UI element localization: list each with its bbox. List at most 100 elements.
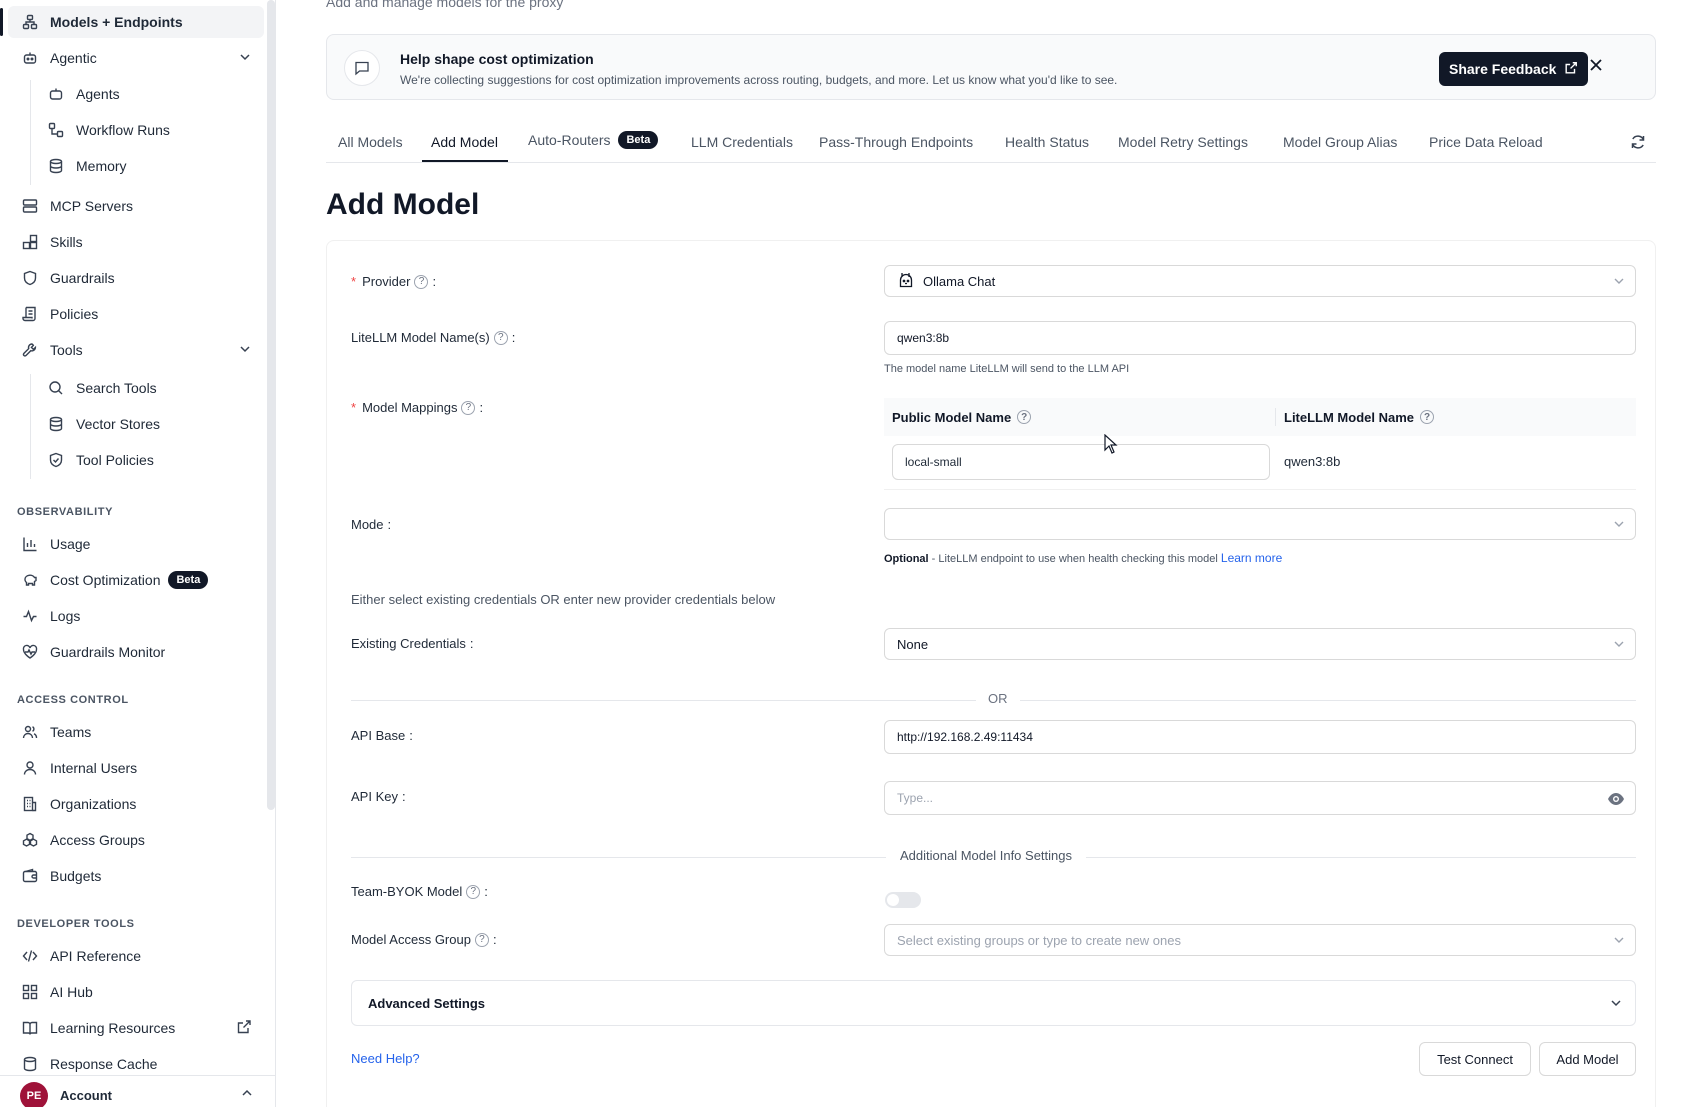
help-icon[interactable]: ? [1420,410,1435,424]
help-icon[interactable]: ? [466,884,481,899]
chevron-down-icon [1613,638,1625,653]
external-link-icon [1564,61,1578,78]
banner-title: Help shape cost optimization [400,51,594,67]
tab-health-status[interactable]: Health Status [1005,134,1089,150]
network-icon [20,12,40,32]
help-icon[interactable]: ? [1017,410,1032,424]
sidebar-scrollbar[interactable] [267,0,275,810]
sidebar-item-access-groups[interactable]: Access Groups [8,824,264,856]
chevron-down-icon [1613,934,1625,949]
share-feedback-button[interactable]: Share Feedback [1439,52,1589,86]
chevron-down-icon [1613,275,1625,290]
grid-icon [20,982,40,1002]
piggy-bank-icon [20,570,40,590]
refresh-icon[interactable] [1630,134,1646,153]
sidebar-item-label: Skills [50,234,83,250]
sidebar-item-label: Internal Users [50,760,138,776]
boxes-icon [20,830,40,850]
sidebar-item-label: Agentic [50,50,97,66]
help-icon[interactable]: ? [493,330,508,345]
sidebar-item-guardrails-monitor[interactable]: Guardrails Monitor [8,636,264,668]
account-menu[interactable]: PE Account [0,1075,275,1107]
mode-select[interactable] [884,508,1636,540]
add-model-button[interactable]: Add Model [1539,1042,1636,1076]
page-title: Add Model [326,188,480,221]
feedback-banner: Help shape cost optimization We're colle… [326,34,1656,100]
tab-model-retry-settings[interactable]: Model Retry Settings [1118,134,1248,150]
sidebar-item-guardrails[interactable]: Guardrails [8,262,264,294]
sidebar-item-label: Tool Policies [76,452,154,468]
sidebar-item-mcp-servers[interactable]: MCP Servers [8,190,264,222]
tab-pass-through-endpoints[interactable]: Pass-Through Endpoints [819,134,973,150]
robot-icon [20,48,40,68]
sidebar-item-skills[interactable]: Skills [8,226,264,258]
share-feedback-label: Share Feedback [1449,61,1557,77]
beta-badge: Beta [168,571,209,589]
server-icon [20,196,40,216]
tab-label: Auto-Routers [528,132,611,148]
sidebar-item-label: Search Tools [76,380,157,396]
sidebar-item-budgets[interactable]: Budgets [8,860,264,892]
provider-select[interactable]: Ollama Chat [884,265,1636,297]
need-help-link[interactable]: Need Help? [351,1051,420,1066]
sidebar-item-tools[interactable]: Tools [8,334,264,366]
tab-add-model[interactable]: Add Model [431,134,498,150]
sidebar-item-tool-policies[interactable]: Tool Policies [34,444,264,476]
sidebar-item-organizations[interactable]: Organizations [8,788,264,820]
tab-model-group-alias[interactable]: Model Group Alias [1283,134,1397,150]
sidebar-item-models-endpoints[interactable]: Models + Endpoints [0,6,264,38]
llama-icon [897,271,915,292]
sidebar-item-label: Guardrails [50,270,115,286]
public-model-name-input[interactable]: local-small [892,444,1270,480]
tree-line [30,80,31,185]
model-mappings-label: * Model Mappings?: [351,400,484,415]
tab-all-models[interactable]: All Models [338,134,403,150]
team-byok-toggle[interactable] [885,892,921,908]
advanced-settings-collapse[interactable]: Advanced Settings [351,980,1636,1026]
model-name-input[interactable]: qwen3:8b [884,321,1636,355]
sidebar-item-internal-users[interactable]: Internal Users [8,752,264,784]
section-observability: OBSERVABILITY [17,506,114,518]
sidebar-item-label: AI Hub [50,984,93,1000]
test-connect-button[interactable]: Test Connect [1419,1042,1531,1076]
sidebar-item-usage[interactable]: Usage [8,528,264,560]
sidebar-item-label: Tools [50,342,83,358]
sidebar-item-memory[interactable]: Memory [34,150,264,182]
advanced-settings-label: Advanced Settings [368,995,486,1011]
sidebar-item-search-tools[interactable]: Search Tools [34,372,264,404]
sidebar-item-agentic[interactable]: Agentic [8,42,264,74]
sidebar-item-teams[interactable]: Teams [8,716,264,748]
eye-icon[interactable] [1607,790,1625,811]
scroll-icon [20,304,40,324]
section-access-control: ACCESS CONTROL [17,694,129,706]
credentials-note: Either select existing credentials OR en… [351,592,776,607]
mode-help: Optional - LiteLLM endpoint to use when … [884,551,1283,565]
api-base-input[interactable]: http://192.168.2.49:11434 [884,720,1636,754]
learn-more-link[interactable]: Learn more [1221,551,1282,565]
existing-credentials-select[interactable]: None [884,628,1636,660]
chevron-up-icon [240,1086,254,1103]
sidebar-item-workflow-runs[interactable]: Workflow Runs [34,114,264,146]
tab-auto-routers[interactable]: Auto-Routers Beta [528,131,659,149]
sidebar-item-agents[interactable]: Agents [34,78,264,110]
close-icon[interactable] [1589,56,1603,77]
column-public-model-name: Public Model Name? [892,410,1032,425]
sidebar-item-learning-resources[interactable]: Learning Resources [8,1012,264,1044]
help-icon[interactable]: ? [461,400,476,415]
message-icon [344,50,380,86]
sidebar-item-policies[interactable]: Policies [8,298,264,330]
sidebar-item-ai-hub[interactable]: AI Hub [8,976,264,1008]
access-group-select[interactable]: Select existing groups or type to create… [884,924,1636,956]
sidebar-item-vector-stores[interactable]: Vector Stores [34,408,264,440]
sidebar-item-api-reference[interactable]: API Reference [8,940,264,972]
help-icon[interactable]: ? [414,274,429,289]
or-label: OR [976,691,1020,706]
model-name-help: The model name LiteLLM will send to the … [884,363,1130,375]
active-tab-underline [422,160,508,162]
tab-price-data-reload[interactable]: Price Data Reload [1429,134,1543,150]
sidebar-item-logs[interactable]: Logs [8,600,264,632]
sidebar-item-cost-optimization[interactable]: Cost Optimization Beta [8,564,264,596]
help-icon[interactable]: ? [474,932,489,947]
api-key-input[interactable]: Type... [884,781,1636,815]
tab-llm-credentials[interactable]: LLM Credentials [691,134,793,150]
